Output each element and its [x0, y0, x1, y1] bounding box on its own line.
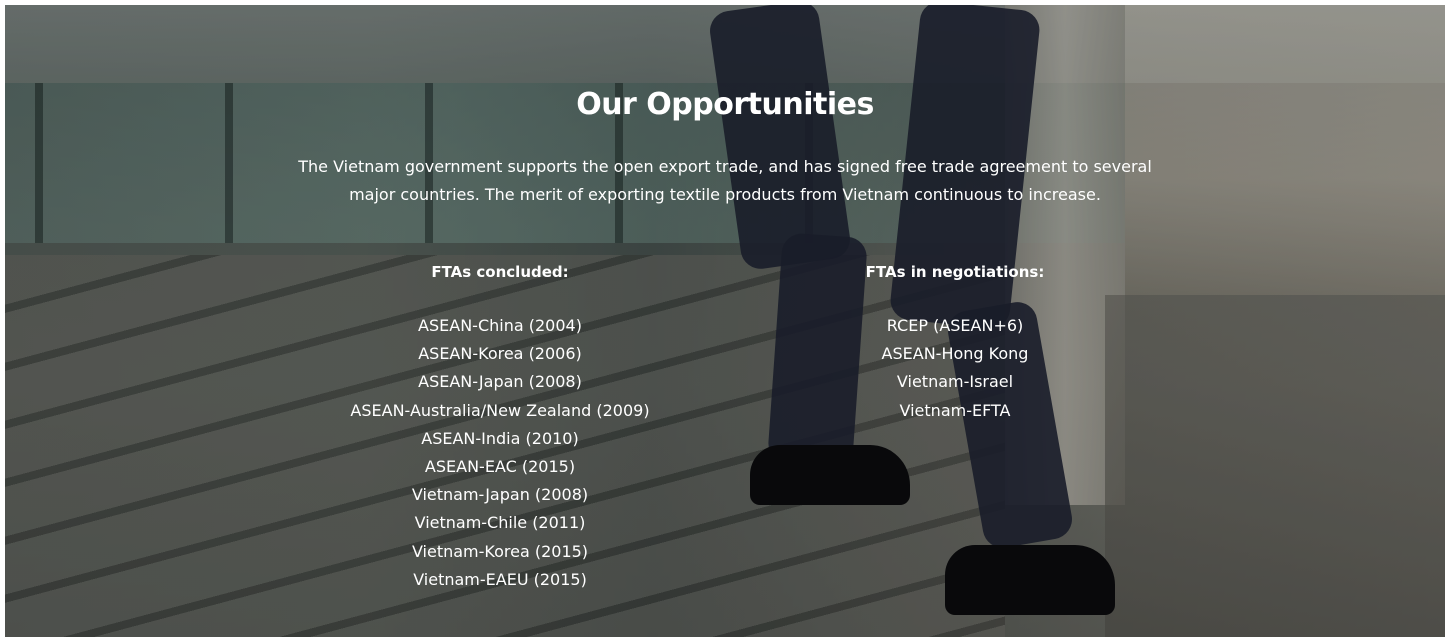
list-item: ASEAN-Hong Kong [881, 344, 1029, 364]
list-item: ASEAN-Korea (2006) [418, 344, 582, 364]
ftas-negotiations-heading: FTAs in negotiations: [865, 263, 1045, 281]
ftas-concluded-heading: FTAs concluded: [431, 263, 569, 281]
list-item: Vietnam-EAEU (2015) [413, 569, 587, 589]
list-item: Vietnam-Japan (2008) [411, 485, 589, 505]
section-title: Our Opportunities [576, 87, 874, 122]
list-item: RCEP (ASEAN+6) [886, 316, 1024, 335]
ftas-negotiations-list: RCEP (ASEAN+6) ASEAN-Hong Kong Vietnam-I… [825, 312, 1085, 425]
content-overlay: Our Opportunities The Vietnam government… [5, 5, 1445, 637]
list-item: ASEAN-Japan (2008) [418, 372, 582, 392]
ftas-negotiations-column: FTAs in negotiations: RCEP (ASEAN+6) ASE… [825, 262, 1085, 425]
intro-paragraph: The Vietnam government supports the open… [298, 157, 1152, 204]
list-item: Vietnam-Korea (2015) [411, 541, 589, 561]
list-item: ASEAN-EAC (2015) [424, 457, 576, 477]
ftas-concluded-list: ASEAN-China (2004) ASEAN-Korea (2006) AS… [335, 312, 665, 594]
list-item: ASEAN-Australia/New Zealand (2009) [350, 400, 650, 420]
list-item: Vietnam-Israel [896, 372, 1014, 392]
list-item: ASEAN-China (2004) [418, 316, 582, 335]
list-item: Vietnam-Chile (2011) [414, 513, 586, 533]
ftas-concluded-column: FTAs concluded: ASEAN-China (2004) ASEAN… [335, 262, 665, 594]
list-item: ASEAN-India (2010) [421, 428, 579, 448]
opportunities-section: Our Opportunities The Vietnam government… [5, 5, 1445, 637]
list-item: Vietnam-EFTA [899, 400, 1011, 420]
